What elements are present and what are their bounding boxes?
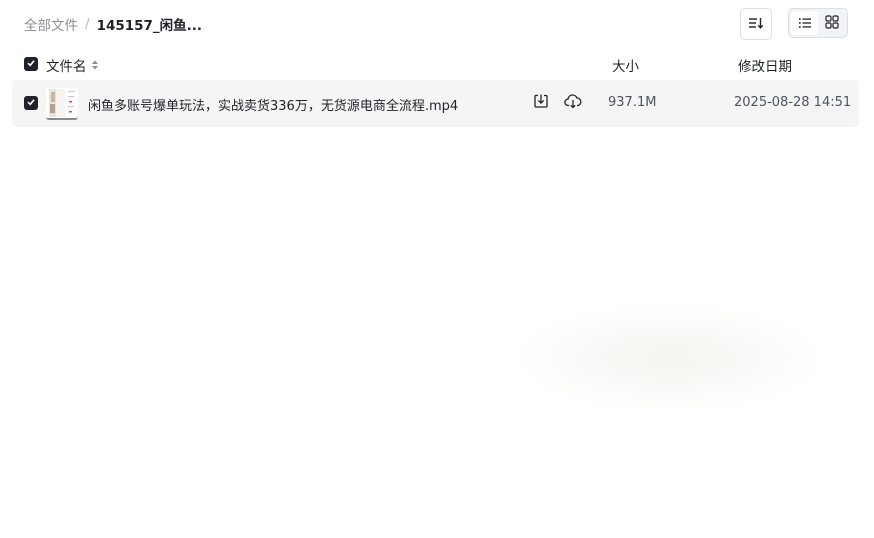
breadcrumb-root[interactable]: 全部文件 [24,14,78,34]
download-icon [533,93,549,113]
file-list-header: 文件名 大小 修改日期 [0,52,874,76]
column-header-name[interactable]: 文件名 [46,55,99,75]
grid-view-button[interactable] [818,11,845,35]
breadcrumb-current: 145157_闲鱼... [96,18,203,34]
cloud-download-icon [564,93,582,113]
file-name[interactable]: 闲鱼多账号爆单玩法，实战卖货336万，无货源电商全流程.mp4 [88,95,458,114]
view-toggle [788,8,848,38]
column-header-size[interactable]: 大小 [612,55,639,75]
sort-button[interactable] [740,8,772,40]
check-icon [26,56,36,72]
file-browser: 全部文件 / 145157_闲鱼... 文件名 大小 修改日期 闲鱼多账号爆单玩… [0,0,874,538]
breadcrumb-separator: / [85,16,90,32]
file-checkbox[interactable] [24,96,38,110]
file-modified-date: 2025-08-28 14:51 [734,95,852,110]
breadcrumb: 全部文件 / 145157_闲鱼... [24,14,202,34]
save-to-cloud-button[interactable] [564,94,582,112]
file-size: 937.1M [608,95,657,110]
video-thumbnail [46,88,78,120]
sort-toggle-icon[interactable] [91,59,99,71]
list-view-button[interactable] [791,11,818,35]
column-header-date[interactable]: 修改日期 [738,55,792,75]
check-icon [26,96,36,111]
sort-lines-icon [748,15,764,34]
list-view-icon [798,14,812,33]
download-button[interactable] [532,94,550,112]
column-name-label: 文件名 [46,59,87,75]
file-row[interactable]: 闲鱼多账号爆单玩法，实战卖货336万，无货源电商全流程.mp4 937.1M 2 [12,80,859,127]
background-shadow [515,303,825,413]
select-all-checkbox[interactable] [24,57,38,71]
grid-view-icon [824,14,839,33]
